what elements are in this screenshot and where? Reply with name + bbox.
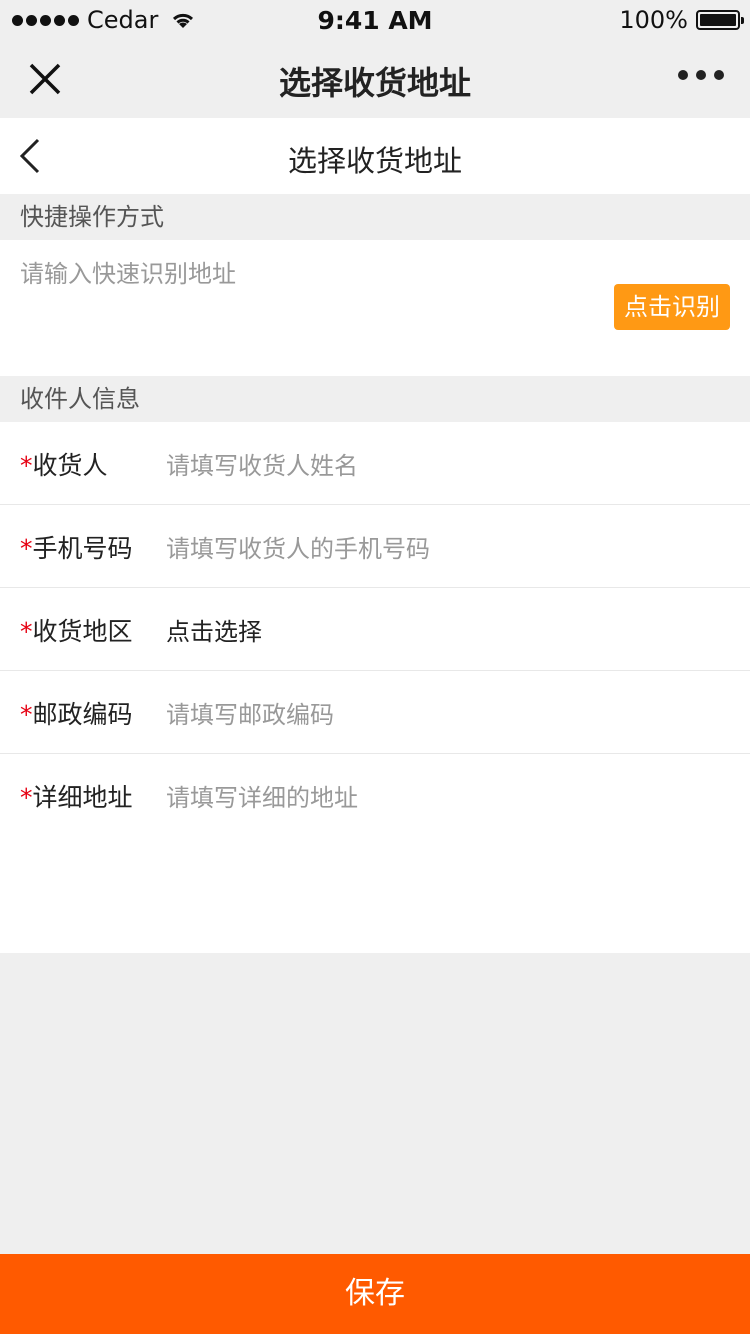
- page-header: 选择收货地址: [0, 118, 750, 194]
- receiver-section-label: 收件人信息: [0, 376, 750, 422]
- battery-icon: [696, 10, 744, 30]
- mini-program-navbar: 选择收货地址: [0, 40, 750, 118]
- recognize-button[interactable]: 点击识别: [614, 284, 730, 330]
- battery-percent: 100%: [619, 6, 688, 34]
- required-star: *: [20, 617, 33, 646]
- phone-row: *手机号码 请填写收货人的手机号码: [0, 505, 750, 588]
- more-icon[interactable]: [678, 70, 724, 80]
- quick-section-label: 快捷操作方式: [0, 194, 750, 240]
- detail-address-input[interactable]: 请填写详细的地址: [166, 778, 358, 813]
- row-label-text: 收货人: [32, 451, 108, 480]
- row-label: *收货人: [20, 446, 108, 482]
- row-label-text: 手机号码: [32, 534, 133, 563]
- required-star: *: [20, 451, 33, 480]
- save-button[interactable]: 保存: [0, 1254, 750, 1334]
- row-label: *手机号码: [20, 529, 133, 565]
- status-right: 100%: [619, 6, 744, 34]
- receiver-name-input[interactable]: 请填写收货人姓名: [166, 446, 358, 481]
- receiver-name-row: *收货人 请填写收货人姓名: [0, 422, 750, 505]
- postal-code-input[interactable]: 请填写邮政编码: [166, 695, 334, 730]
- required-star: *: [20, 700, 33, 729]
- row-label-text: 详细地址: [32, 783, 133, 812]
- row-label-text: 邮政编码: [32, 700, 133, 729]
- nav-title: 选择收货地址: [278, 64, 471, 102]
- row-label: *邮政编码: [20, 695, 133, 731]
- region-row: *收货地区 点击选择: [0, 588, 750, 671]
- phone-input[interactable]: 请填写收货人的手机号码: [166, 529, 430, 564]
- row-label-text: 收货地区: [32, 617, 133, 646]
- required-star: *: [20, 783, 33, 812]
- page-title: 选择收货地址: [287, 144, 462, 178]
- quick-address-input[interactable]: 请输入快速识别地址: [20, 254, 236, 289]
- region-picker[interactable]: 点击选择: [166, 612, 262, 647]
- status-bar: Cedar 9:41 AM 100%: [0, 0, 750, 40]
- postal-code-row: *邮政编码 请填写邮政编码: [0, 671, 750, 754]
- row-label: *收货地区: [20, 612, 133, 648]
- required-star: *: [20, 534, 33, 563]
- row-label: *详细地址: [20, 778, 133, 814]
- quick-recognize-panel: 请输入快速识别地址 点击识别: [0, 240, 750, 376]
- detail-address-row: *详细地址 请填写详细的地址: [0, 754, 750, 837]
- receiver-form: *收货人 请填写收货人姓名 *手机号码 请填写收货人的手机号码 *收货地区 点击…: [0, 422, 750, 953]
